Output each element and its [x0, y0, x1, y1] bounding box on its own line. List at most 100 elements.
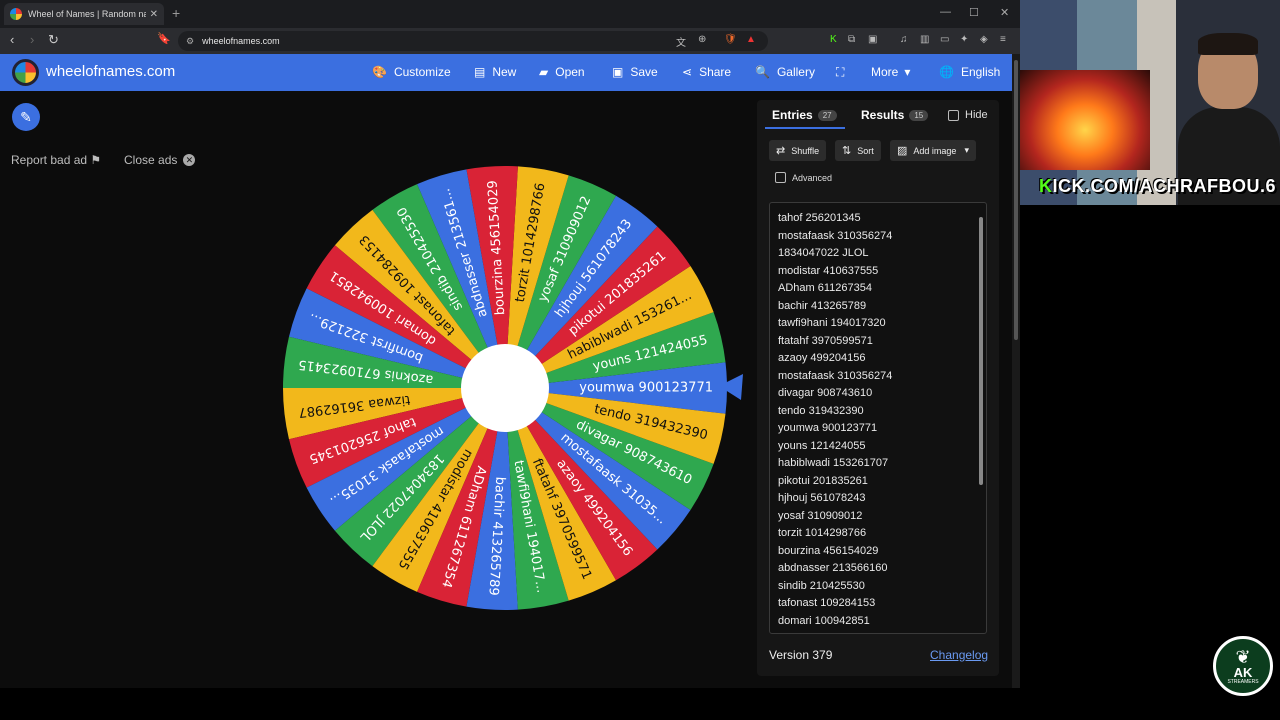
advanced-label: Advanced — [792, 172, 833, 183]
entries-scrollbar[interactable] — [978, 207, 984, 631]
more-button[interactable]: More ▾ — [871, 65, 910, 79]
translate-icon[interactable]: 文 — [676, 34, 686, 49]
advanced-checkbox-box[interactable] — [775, 172, 786, 183]
customize-button[interactable]: 🎨 Customize — [372, 65, 451, 79]
chevron-down-icon: ▾ — [904, 65, 911, 79]
entry-line: domari 100942851 — [778, 614, 870, 627]
kick-url-rest: ICK.COM/ACHRAFBOU.6 — [1052, 176, 1276, 196]
media-icon[interactable]: ♫ — [900, 34, 908, 45]
share-button[interactable]: ⋖ Share — [682, 65, 731, 79]
file-icon: ▤ — [474, 65, 486, 79]
entry-line: youns 121424055 — [778, 439, 866, 452]
name-wheel[interactable]: youmwa 900123771youns 121424055habiblwad… — [280, 163, 750, 613]
brave-shield-icon[interactable]: 🛡 — [724, 34, 737, 45]
advanced-checkbox[interactable]: Advanced — [775, 172, 832, 183]
entry-line: pikotui 201835261 — [778, 474, 868, 487]
eagle-icon: ❦ — [1235, 646, 1251, 667]
leo-icon[interactable]: ✦ — [960, 34, 968, 45]
gallery-button[interactable]: 🔍 Gallery — [755, 65, 815, 79]
hide-checkbox-box[interactable] — [948, 109, 959, 121]
entry-line: yosaf 310909012 — [778, 509, 863, 522]
ak-logo-sub: STREAMERS — [1227, 678, 1259, 685]
kick-channel-url: KICK.COM/ACHRAFBOU.6 — [1039, 176, 1276, 197]
extension-kick-icon[interactable]: K — [830, 34, 837, 45]
changelog-link[interactable]: Changelog — [930, 648, 988, 662]
scrollbar-thumb[interactable] — [1014, 60, 1018, 340]
fullscreen-button[interactable]: ⛶ — [836, 65, 851, 80]
kick-k: K — [1039, 176, 1053, 196]
tab-entries[interactable]: Entries 27 — [772, 108, 837, 122]
zoom-icon[interactable]: ⊕ — [698, 34, 706, 45]
new-label: New — [492, 65, 517, 79]
wheel-center-hub[interactable] — [461, 344, 549, 432]
sidebar-icon[interactable]: ▥ — [920, 34, 929, 45]
sort-icon: ⇅ — [842, 145, 852, 157]
panel-tabs: Entries 27 Results 15 Hide — [757, 100, 999, 130]
open-label: Open — [555, 65, 585, 79]
fullscreen-icon: ⛶ — [836, 65, 845, 79]
entry-line: tendo 319432390 — [778, 404, 864, 417]
maximize-icon[interactable]: ☐ — [969, 6, 979, 19]
entry-line: ADham 611267354 — [778, 282, 872, 294]
close-window-icon[interactable]: ✕ — [1000, 6, 1009, 19]
site-brand[interactable]: wheelofnames.com — [46, 63, 175, 80]
vpn-icon[interactable]: ◈ — [980, 34, 988, 45]
search-icon: 🔍 — [755, 65, 770, 79]
entry-line: sindib 210425530 — [778, 579, 865, 592]
add-image-button[interactable]: ▨ Add image ▾ — [890, 140, 976, 161]
entry-line: abdnasser 213566160 — [778, 562, 888, 574]
shuffle-button[interactable]: ⇄ Shuffle — [769, 140, 827, 161]
entries-count-badge: 27 — [817, 109, 837, 121]
favicon-icon — [10, 8, 22, 20]
globe-icon: 🌐 — [939, 65, 954, 79]
image-icon: ▨ — [897, 145, 908, 157]
share-label: Share — [699, 65, 732, 79]
site-logo-icon[interactable] — [12, 59, 39, 86]
entry-line: bourzina 456154029 — [778, 544, 879, 557]
entry-line: modistar 410637555 — [778, 264, 879, 277]
tab-results[interactable]: Results 15 — [861, 108, 929, 122]
entries-list: tahof 256201345 mostafaask 310356274 18340… — [770, 203, 986, 630]
sort-button[interactable]: ⇅ Sort — [835, 140, 881, 161]
rewards-icon[interactable]: ▲ — [746, 34, 756, 45]
entry-line: mostafaask 310356274 — [778, 229, 893, 242]
hide-checkbox[interactable]: Hide — [948, 109, 988, 121]
close-tab-icon[interactable]: ✕ — [150, 9, 158, 20]
extensions-icon[interactable]: ⧉ — [848, 34, 855, 45]
tab-search-icon[interactable]: ▣ — [868, 34, 877, 45]
open-button[interactable]: ▰ Open — [539, 65, 585, 79]
entry-line: torzit 1014298766 — [778, 527, 867, 539]
browser-tab[interactable]: Wheel of Names | Random name picker ✕ — [4, 3, 164, 25]
new-button[interactable]: ▤ New — [474, 65, 516, 79]
back-icon[interactable]: ‹ — [10, 32, 14, 47]
share-icon: ⋖ — [682, 65, 693, 79]
entry-line: divagar 908743610 — [778, 387, 873, 399]
forward-icon[interactable]: › — [30, 32, 34, 47]
menu-icon[interactable]: ≡ — [1000, 34, 1006, 45]
site-info-icon[interactable]: ⚙ — [186, 36, 194, 47]
sort-label: Sort — [857, 145, 874, 156]
close-ads-link[interactable]: Close ads ✕ — [124, 153, 196, 167]
flag-icon: ⚑ — [90, 153, 102, 167]
entries-textarea[interactable]: tahof 256201345 mostafaask 310356274 18340… — [769, 202, 987, 634]
tab-title: Wheel of Names | Random name picker — [28, 9, 146, 19]
entry-line: 1834047022 JLOL — [778, 247, 869, 259]
language-button[interactable]: 🌐 English — [939, 65, 1000, 79]
active-tab-indicator — [765, 127, 845, 129]
chevron-down-icon: ▾ — [964, 145, 969, 155]
gallery-label: Gallery — [776, 65, 815, 79]
new-tab-icon[interactable]: + — [172, 5, 180, 21]
entry-line: hjhouj 561078243 — [778, 492, 866, 504]
report-bad-ad-link[interactable]: Report bad ad ⚑ — [11, 153, 101, 167]
ak-logo-text: AK — [1233, 664, 1253, 680]
save-button[interactable]: ▣ Save — [612, 65, 658, 79]
entry-line: bachir 413265789 — [778, 299, 867, 312]
edit-pencil-icon[interactable]: ✎ — [12, 103, 40, 131]
reload-icon[interactable]: ↻ — [48, 32, 59, 48]
entry-line: azaoy 499204156 — [778, 352, 866, 364]
wallet-icon[interactable]: ▭ — [940, 34, 949, 45]
entries-scrollbar-thumb[interactable] — [979, 217, 983, 485]
minimize-icon[interactable]: — — [940, 6, 951, 18]
page-scrollbar[interactable] — [1012, 54, 1020, 688]
bookmark-icon[interactable]: 🔖 — [157, 32, 171, 45]
